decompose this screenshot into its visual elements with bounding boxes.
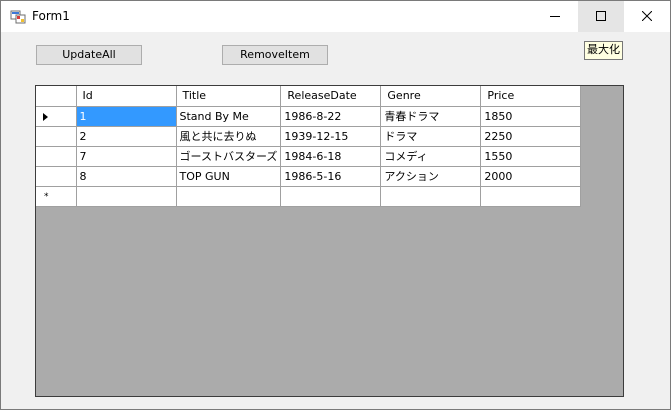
table-row[interactable]: 8 TOP GUN 1986-5-16 アクション 2000 (36, 165, 582, 187)
new-cell-release-date[interactable] (280, 185, 382, 207)
cell-genre[interactable]: コメディ (380, 145, 482, 167)
window-title: Form1 (32, 9, 70, 23)
cell-price[interactable]: 2250 (480, 125, 582, 147)
data-grid-view[interactable]: Id Title ReleaseDate Genre Price 1 Stand… (35, 85, 624, 397)
top-left-header-cell[interactable] (36, 86, 77, 107)
row-header[interactable]: * (36, 185, 77, 207)
new-row-star-icon: * (44, 191, 49, 202)
column-header-price[interactable]: Price (480, 86, 582, 107)
close-button[interactable] (624, 1, 670, 32)
cell-price[interactable]: 2000 (480, 165, 582, 187)
maximize-tooltip: 最大化 (584, 41, 623, 60)
app-icon (10, 10, 26, 24)
cell-genre[interactable]: ドラマ (380, 125, 482, 147)
cell-release-date[interactable]: 1986-8-22 (280, 105, 382, 127)
new-row[interactable]: * (36, 185, 582, 207)
cell-genre[interactable]: 青春ドラマ (380, 105, 482, 127)
minimize-icon (550, 16, 560, 17)
new-cell-price[interactable] (480, 185, 582, 207)
maximize-icon (596, 11, 606, 21)
cell-id[interactable]: 7 (75, 145, 177, 167)
row-header[interactable] (36, 125, 77, 147)
table-row[interactable]: 2 風と共に去りぬ 1939-12-15 ドラマ 2250 (36, 125, 582, 147)
column-header-release-date[interactable]: ReleaseDate (280, 86, 382, 107)
cell-title[interactable]: TOP GUN (175, 165, 282, 187)
row-header[interactable] (36, 105, 77, 127)
cell-id[interactable]: 8 (75, 165, 177, 187)
table-row[interactable]: 1 Stand By Me 1986-8-22 青春ドラマ 1850 (36, 105, 582, 127)
new-cell-genre[interactable] (380, 185, 482, 207)
close-icon (642, 11, 652, 21)
cell-price[interactable]: 1850 (480, 105, 582, 127)
cell-title[interactable]: 風と共に去りぬ (175, 125, 282, 147)
column-header-genre[interactable]: Genre (380, 86, 482, 107)
cell-release-date[interactable]: 1984-6-18 (280, 145, 382, 167)
minimize-button[interactable] (532, 1, 578, 32)
remove-item-button[interactable]: RemoveItem (222, 45, 328, 65)
cell-price[interactable]: 1550 (480, 145, 582, 167)
cell-title[interactable]: ゴーストバスターズ (175, 145, 282, 167)
maximize-button[interactable] (578, 1, 624, 32)
update-all-button[interactable]: UpdateAll (36, 45, 142, 65)
column-header-row: Id Title ReleaseDate Genre Price (36, 86, 582, 107)
form-window: Form1 UpdateAll RemoveItem 最大化 Id Title … (0, 0, 671, 410)
cell-id[interactable]: 1 (75, 105, 177, 127)
column-header-id[interactable]: Id (75, 86, 177, 107)
cell-release-date[interactable]: 1939-12-15 (280, 125, 382, 147)
cell-release-date[interactable]: 1986-5-16 (280, 165, 382, 187)
column-header-title[interactable]: Title (175, 86, 282, 107)
row-header[interactable] (36, 145, 77, 167)
data-grid-table: Id Title ReleaseDate Genre Price 1 Stand… (36, 86, 582, 207)
new-cell-title[interactable] (175, 185, 282, 207)
cell-genre[interactable]: アクション (380, 165, 482, 187)
new-cell-id[interactable] (75, 185, 177, 207)
cell-id[interactable]: 2 (75, 125, 177, 147)
cell-title[interactable]: Stand By Me (175, 105, 282, 127)
title-bar[interactable]: Form1 (1, 1, 670, 32)
row-header[interactable] (36, 165, 77, 187)
table-row[interactable]: 7 ゴーストバスターズ 1984-6-18 コメディ 1550 (36, 145, 582, 167)
current-row-arrow-icon (43, 112, 48, 121)
